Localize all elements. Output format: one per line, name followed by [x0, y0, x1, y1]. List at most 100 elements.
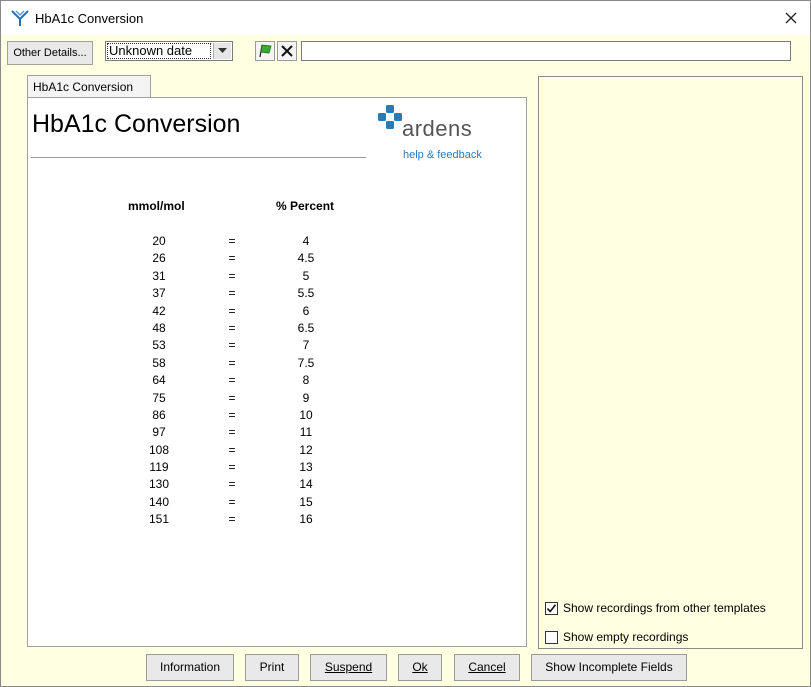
table-row: 31 = 5: [28, 269, 428, 286]
show-other-templates-option[interactable]: Show recordings from other templates: [545, 601, 766, 615]
equals-sign: =: [228, 268, 236, 283]
app-logo-icon: [11, 10, 29, 26]
equals-sign: =: [228, 286, 236, 301]
equals-sign: =: [228, 477, 236, 492]
equals-sign: =: [228, 303, 236, 318]
mmol-value: 108: [148, 442, 170, 457]
percent-value: 12: [299, 442, 313, 457]
clear-button[interactable]: [277, 41, 297, 61]
title-bar: HbA1c Conversion: [1, 1, 810, 35]
help-feedback-link[interactable]: help & feedback: [403, 149, 482, 161]
free-text-input[interactable]: [301, 41, 791, 61]
equals-sign: =: [228, 512, 236, 527]
page-title: HbA1c Conversion: [32, 110, 241, 138]
column-header-mmol: mmol/mol: [128, 199, 185, 213]
table-row: 108 = 12: [28, 443, 428, 460]
mmol-value: 130: [148, 477, 170, 492]
mmol-value: 58: [152, 355, 166, 370]
cancel-button-label: Cancel: [468, 660, 506, 674]
chevron-down-icon[interactable]: [213, 43, 231, 59]
column-header-percent: % Percent: [276, 199, 335, 213]
percent-value: 6.5: [297, 320, 315, 335]
mmol-value: 97: [152, 425, 166, 440]
table-row: 64 = 8: [28, 373, 428, 390]
close-icon: [785, 12, 797, 24]
ok-button[interactable]: Ok: [398, 654, 442, 681]
percent-value: 16: [299, 512, 313, 527]
button-bar: Information Print Suspend Ok Cancel Show…: [1, 651, 810, 686]
flag-button[interactable]: [255, 41, 275, 61]
table-row: 37 = 5.5: [28, 286, 428, 303]
table-row: 53 = 7: [28, 338, 428, 355]
percent-value: 10: [299, 407, 313, 422]
dialog-window: HbA1c Conversion Other Details... Unknow…: [0, 0, 811, 687]
percent-value: 13: [299, 460, 313, 475]
toolbar: Other Details... Unknown date: [1, 35, 810, 67]
mmol-value: 53: [152, 338, 166, 353]
percent-value: 15: [299, 494, 313, 509]
conversion-table: 20 = 4 26 = 4.5 31 = 5 37 = 5.5 42 = 6 48 = 6.5 53 = 7 58 = 7.5…: [28, 234, 428, 530]
show-other-templates-label: Show recordings from other templates: [563, 601, 766, 615]
mmol-value: 75: [152, 390, 166, 405]
equals-sign: =: [228, 460, 236, 475]
percent-value: 8: [302, 373, 310, 388]
other-details-button[interactable]: Other Details...: [7, 41, 93, 65]
mmol-value: 151: [148, 512, 170, 527]
equals-sign: =: [228, 373, 236, 388]
template-content-panel: HbA1c Conversion ardens help & feedback …: [27, 97, 527, 647]
table-row: 26 = 4.5: [28, 251, 428, 268]
show-empty-recordings-checkbox[interactable]: [545, 630, 558, 644]
recordings-side-panel: Show recordings from other templates Sho…: [538, 76, 803, 649]
mmol-value: 140: [148, 494, 170, 509]
percent-value: 5.5: [297, 286, 315, 301]
mmol-value: 48: [152, 320, 166, 335]
table-row: 86 = 10: [28, 408, 428, 425]
table-row: 75 = 9: [28, 391, 428, 408]
checkmark-icon: [546, 603, 557, 613]
x-icon: [281, 45, 293, 57]
suspend-button[interactable]: Suspend: [310, 654, 387, 681]
mmol-value: 86: [152, 407, 166, 422]
table-row: 151 = 16: [28, 512, 428, 529]
table-row: 140 = 15: [28, 495, 428, 512]
equals-sign: =: [228, 494, 236, 509]
ok-button-label: Ok: [412, 660, 428, 674]
equals-sign: =: [228, 407, 236, 422]
equals-sign: =: [228, 234, 236, 248]
mmol-value: 37: [152, 286, 166, 301]
percent-value: 4.5: [297, 251, 315, 266]
mmol-value: 64: [152, 373, 166, 388]
equals-sign: =: [228, 320, 236, 335]
table-row: 58 = 7.5: [28, 356, 428, 373]
show-other-templates-checkbox[interactable]: [545, 601, 558, 615]
equals-sign: =: [228, 425, 236, 440]
percent-value: 6: [302, 303, 310, 318]
percent-value: 11: [299, 425, 313, 440]
close-button[interactable]: [778, 5, 804, 31]
equals-sign: =: [228, 355, 236, 370]
table-row: 119 = 13: [28, 460, 428, 477]
mmol-value: 26: [152, 251, 166, 266]
mmol-value: 20: [152, 234, 166, 248]
percent-value: 7.5: [297, 355, 315, 370]
print-button[interactable]: Print: [245, 654, 299, 681]
information-button[interactable]: Information: [146, 654, 234, 681]
date-select-value: Unknown date: [107, 43, 211, 59]
tab-hba1c-conversion[interactable]: HbA1c Conversion: [27, 75, 151, 98]
date-select[interactable]: Unknown date: [105, 41, 233, 61]
percent-value: 14: [299, 477, 313, 492]
ardens-logo-text: ardens: [402, 116, 473, 141]
percent-value: 7: [302, 338, 310, 353]
equals-sign: =: [228, 338, 236, 353]
suspend-button-label: Suspend: [324, 660, 373, 674]
show-empty-recordings-option[interactable]: Show empty recordings: [545, 630, 688, 644]
cancel-button[interactable]: Cancel: [454, 654, 520, 681]
show-incomplete-fields-button[interactable]: Show Incomplete Fields: [531, 654, 687, 681]
table-row: 130 = 14: [28, 477, 428, 494]
table-row: 42 = 6: [28, 304, 428, 321]
mmol-value: 42: [152, 303, 166, 318]
percent-value: 9: [302, 390, 310, 405]
mmol-value: 119: [149, 460, 169, 475]
equals-sign: =: [228, 251, 236, 266]
table-row: 20 = 4: [28, 234, 428, 251]
